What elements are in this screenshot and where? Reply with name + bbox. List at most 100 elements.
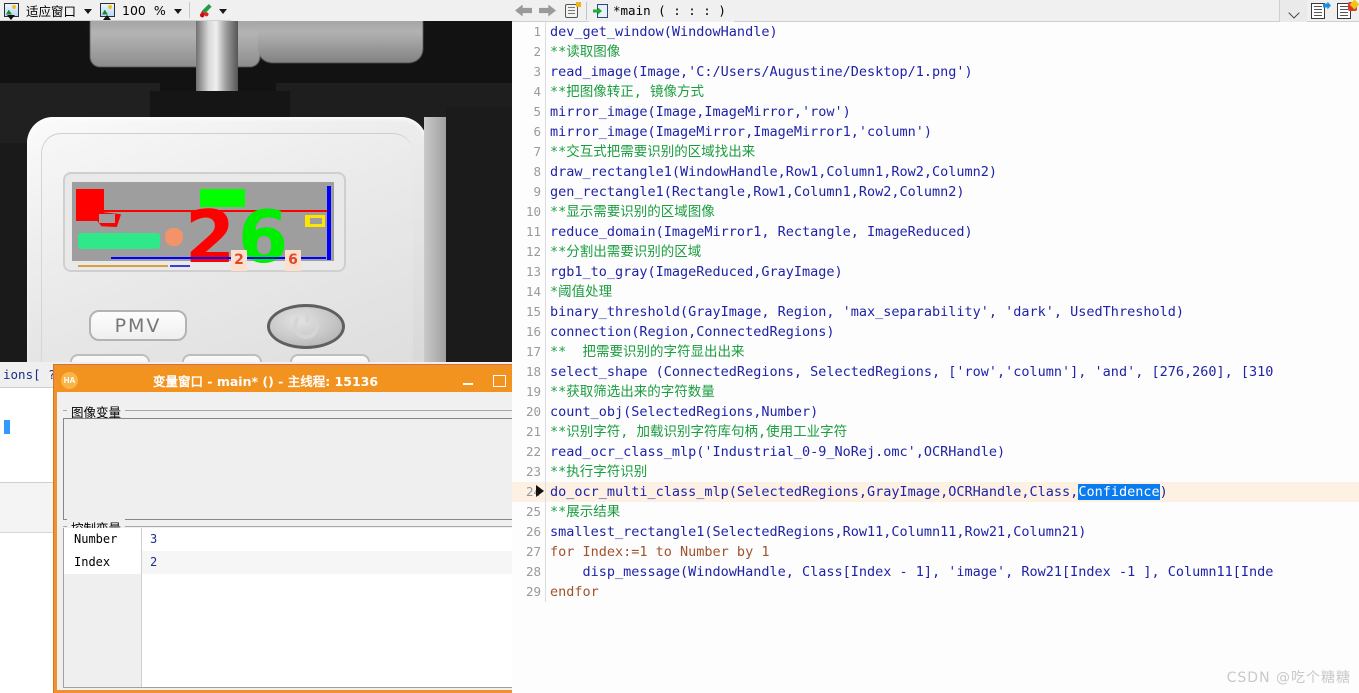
code-line[interactable]: 2 **读取图像 (512, 42, 1359, 62)
code-line[interactable]: 29 endfor (512, 582, 1359, 602)
table-row[interactable]: Number 3 (64, 528, 536, 551)
region-orange-underline (78, 265, 168, 267)
image-fit-icon[interactable] (2, 1, 22, 20)
code-text: **读取图像 (550, 42, 620, 62)
code-line[interactable]: 9 gen_rectangle1(Rectangle,Row1,Column1,R… (512, 182, 1359, 202)
code-line[interactable]: 15 binary_threshold(GrayImage, Region, 'm… (512, 302, 1359, 322)
line-number: 17 (512, 342, 546, 362)
code-text: dev_get_window(WindowHandle) (550, 22, 778, 42)
code-line[interactable]: 24 do_ocr_multi_class_mlp(SelectedRegions… (512, 482, 1359, 502)
variable-window-dialog[interactable]: HA 变量窗口 - main* () - 主线程: 15136 ✕ 图像变量 控… (54, 365, 546, 693)
edit-procedure-icon[interactable] (1333, 0, 1359, 22)
tabbar-filler (734, 0, 1279, 22)
code-line[interactable]: 23 **执行字符识别 (512, 462, 1359, 482)
arrow-left-icon[interactable] (512, 0, 536, 22)
line-number: 4 (512, 82, 546, 102)
line-number: 23 (512, 462, 546, 482)
code-text: **执行字符识别 (550, 462, 647, 482)
insert-procedure-icon[interactable] (1307, 0, 1333, 22)
code-line[interactable]: 22 read_ocr_class_mlp('Industrial_0-9_NoR… (512, 442, 1359, 462)
code-text: ** 把需要识别的字符显出出来 (550, 342, 745, 362)
code-line[interactable]: 8 draw_rectangle1(WindowHandle,Row1,Colum… (512, 162, 1359, 182)
code-line[interactable]: 26 smallest_rectangle1(SelectedRegions,Ro… (512, 522, 1359, 542)
code-token: *阈值处理 (550, 284, 613, 300)
line-number: 16 (512, 322, 546, 342)
code-text: rgb1_to_gray(ImageReduced,GrayImage) (550, 262, 843, 282)
code-line[interactable]: 3 read_image(Image,'C:/Users/Augustine/De… (512, 62, 1359, 82)
tab-main-procedure[interactable]: *main ( : : : ) (589, 0, 734, 22)
maximize-icon[interactable] (483, 368, 513, 392)
metal-bar-right (258, 21, 423, 63)
variable-window-title: 变量窗口 - main* () - 主线程: 15136 (152, 373, 379, 389)
code-line[interactable]: 4 **把图像转正, 镜像方式 (512, 82, 1359, 102)
code-line[interactable]: 10 **显示需要识别的区域图像 (512, 202, 1359, 222)
toolbar-filler (230, 0, 512, 21)
code-token: mirror_image(ImageMirror,ImageMirror1,'c… (550, 124, 933, 140)
table-row[interactable]: Index 2 (64, 551, 536, 574)
code-line[interactable]: 25 **展示结果 (512, 502, 1359, 522)
zoom-group[interactable]: 100 % (96, 0, 186, 21)
draw-color-group[interactable] (193, 0, 231, 21)
region-red-hook-hole (99, 214, 115, 223)
code-line[interactable]: 7 **交互式把需要识别的区域找出来 (512, 142, 1359, 162)
minimize-icon[interactable] (453, 368, 483, 392)
code-line[interactable]: 11 reduce_domain(ImageMirror1, Rectangle,… (512, 222, 1359, 242)
clipboard-icon[interactable] (560, 0, 584, 22)
code-line[interactable]: 13 rgb1_to_gray(ImageReduced,GrayImage) (512, 262, 1359, 282)
fit-window-group[interactable]: 适应窗口 (0, 0, 96, 21)
code-token: mirror_image(Image,ImageMirror,'row') (550, 104, 851, 120)
code-line[interactable]: 17 ** 把需要识别的字符显出出来 (512, 342, 1359, 362)
code-line[interactable]: 5 mirror_image(Image,ImageMirror,'row') (512, 102, 1359, 122)
ocr-result-tag: 2 (231, 250, 247, 271)
line-number: 10 (512, 202, 546, 222)
image-variables-group: 图像变量 (63, 402, 537, 421)
line-number: 25 (512, 502, 546, 522)
line-number: 5 (512, 102, 546, 122)
arrow-right-icon[interactable] (536, 0, 560, 22)
code-line[interactable]: 12 **分割出需要识别的区域 (512, 242, 1359, 262)
code-line[interactable]: 16 connection(Region,ConnectedRegions) (512, 322, 1359, 342)
image-variables-list[interactable] (63, 418, 537, 520)
table-row-empty (64, 597, 536, 687)
code-line[interactable]: 6 mirror_image(ImageMirror,ImageMirror1,'… (512, 122, 1359, 142)
line-number: 29 (512, 582, 546, 602)
code-token: rgb1_to_gray(ImageReduced,GrayImage) (550, 264, 843, 280)
line-number: 3 (512, 62, 546, 82)
code-line[interactable]: 19 **获取筛选出来的字符数量 (512, 382, 1359, 402)
chevron-down-icon[interactable] (1279, 0, 1307, 22)
code-text: mirror_image(ImageMirror,ImageMirror1,'c… (550, 122, 932, 142)
code-token: disp_message(WindowHandle, Class[Index -… (550, 564, 1274, 580)
code-token: **识别字符, 加载识别字符库句柄,使用工业字符 (550, 424, 848, 440)
line-number: 27 (512, 542, 546, 562)
text-cursor (4, 420, 10, 434)
line-number: 13 (512, 262, 546, 282)
code-text: *阈值处理 (550, 282, 612, 302)
draw-color-dropdown-icon[interactable] (215, 1, 231, 20)
image-zoom-icon[interactable] (98, 1, 118, 20)
image-display-canvas[interactable]: 2 6 2 6 PMV (0, 21, 512, 362)
graphics-toolbar: 适应窗口 100 % (0, 0, 512, 21)
code-text: **展示结果 (550, 502, 620, 522)
code-line[interactable]: 28 disp_message(WindowHandle, Class[Inde… (512, 562, 1359, 582)
fit-window-dropdown-icon[interactable] (80, 1, 96, 20)
line-number: 12 (512, 242, 546, 262)
zoom-dropdown-icon[interactable] (170, 1, 186, 20)
pen-glyph (199, 3, 212, 17)
code-line[interactable]: 20 count_obj(SelectedRegions,Number) (512, 402, 1359, 422)
code-line[interactable]: 18 select_shape (ConnectedRegions, Select… (512, 362, 1359, 382)
draw-color-icon[interactable] (195, 1, 215, 20)
code-line[interactable]: 21 **识别字符, 加载识别字符库句柄,使用工业字符 (512, 422, 1359, 442)
halcon-app-icon: HA (61, 371, 78, 389)
code-text: smallest_rectangle1(SelectedRegions,Row1… (550, 522, 1086, 542)
control-variables-table[interactable]: Number 3 Index 2 (63, 528, 537, 688)
code-token: count_obj(SelectedRegions,Number) (550, 404, 819, 420)
code-text-area[interactable]: 1 dev_get_window(WindowHandle) 2 **读取图像 3 rea… (512, 22, 1359, 693)
table-row-empty (64, 574, 536, 597)
code-text: binary_threshold(GrayImage, Region, 'max… (550, 302, 1184, 322)
variable-value: 3 (150, 532, 158, 546)
variable-window-titlebar[interactable]: HA 变量窗口 - main* () - 主线程: 15136 ✕ (57, 368, 543, 392)
line-number: 8 (512, 162, 546, 182)
code-line[interactable]: 27 for Index:=1 to Number by 1 (512, 542, 1359, 562)
code-line[interactable]: 14 *阈值处理 (512, 282, 1359, 302)
code-line[interactable]: 1 dev_get_window(WindowHandle) (512, 22, 1359, 42)
